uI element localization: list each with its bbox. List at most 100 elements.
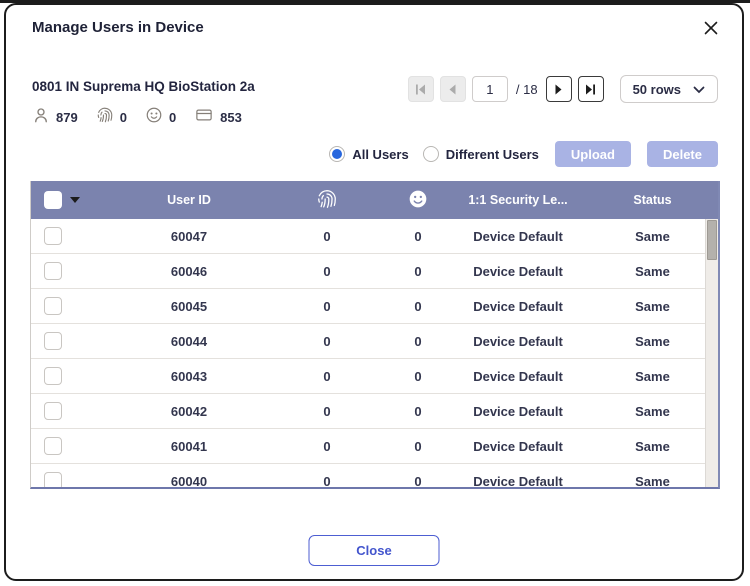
row-select-cell	[31, 297, 111, 315]
page-number-input[interactable]	[472, 76, 508, 102]
cell-fingerprint-count: 0	[267, 334, 387, 349]
cell-security-level: Device Default	[449, 334, 587, 349]
cell-security-level: Device Default	[449, 229, 587, 244]
upload-button[interactable]: Upload	[555, 141, 631, 167]
cell-face-count: 0	[387, 334, 449, 349]
table-row[interactable]: 60044 0 0 Device Default Same	[31, 324, 718, 359]
rows-per-page-select[interactable]: 50 rows	[620, 75, 718, 103]
cell-fingerprint-count: 0	[267, 369, 387, 384]
table-row[interactable]: 60046 0 0 Device Default Same	[31, 254, 718, 289]
close-icon[interactable]	[698, 15, 724, 41]
row-checkbox[interactable]	[44, 437, 62, 455]
row-checkbox[interactable]	[44, 472, 62, 487]
cell-status: Same	[587, 264, 718, 279]
face-count: 0	[169, 110, 176, 125]
next-page-button[interactable]	[546, 76, 572, 102]
face-icon	[408, 198, 428, 212]
row-checkbox[interactable]	[44, 262, 62, 280]
table-body: 60047 0 0 Device Default Same 60046 0 0 …	[31, 219, 718, 487]
cell-status: Same	[587, 369, 718, 384]
face-count-stat: 0	[145, 106, 176, 129]
close-button[interactable]: Close	[309, 535, 440, 566]
select-all-checkbox[interactable]	[44, 191, 62, 209]
row-select-cell	[31, 332, 111, 350]
radio-all-users[interactable]: All Users	[329, 146, 408, 162]
row-select-cell	[31, 367, 111, 385]
users-table: User ID	[30, 181, 720, 489]
row-checkbox[interactable]	[44, 402, 62, 420]
pagination: / 18 50 rows	[408, 75, 718, 103]
cell-face-count: 0	[387, 369, 449, 384]
user-filter-row: All Users Different Users Upload Delete	[329, 141, 718, 167]
chevron-down-icon	[693, 82, 705, 97]
fingerprint-count: 0	[120, 110, 127, 125]
cell-fingerprint-count: 0	[267, 404, 387, 419]
row-select-cell	[31, 472, 111, 487]
cell-fingerprint-count: 0	[267, 264, 387, 279]
column-header-face[interactable]	[387, 189, 449, 212]
cell-user-id: 60043	[111, 369, 267, 384]
cell-status: Same	[587, 474, 718, 488]
column-header-fingerprint[interactable]	[267, 188, 387, 213]
card-icon	[194, 106, 214, 129]
first-page-button[interactable]	[408, 76, 434, 102]
table-row[interactable]: 60045 0 0 Device Default Same	[31, 289, 718, 324]
row-select-cell	[31, 402, 111, 420]
cell-security-level: Device Default	[449, 299, 587, 314]
row-select-cell	[31, 227, 111, 245]
fingerprint-icon	[96, 106, 114, 129]
cell-status: Same	[587, 334, 718, 349]
cell-security-level: Device Default	[449, 474, 587, 488]
cell-fingerprint-count: 0	[267, 299, 387, 314]
cell-status: Same	[587, 299, 718, 314]
row-checkbox[interactable]	[44, 297, 62, 315]
table-row[interactable]: 60042 0 0 Device Default Same	[31, 394, 718, 429]
cell-user-id: 60045	[111, 299, 267, 314]
row-checkbox[interactable]	[44, 227, 62, 245]
cell-face-count: 0	[387, 229, 449, 244]
cell-fingerprint-count: 0	[267, 474, 387, 488]
fingerprint-icon	[316, 199, 338, 213]
cell-status: Same	[587, 439, 718, 454]
cell-security-level: Device Default	[449, 439, 587, 454]
select-dropdown-icon[interactable]	[70, 197, 80, 203]
scrollbar-thumb[interactable]	[707, 220, 717, 260]
row-checkbox[interactable]	[44, 332, 62, 350]
cell-security-level: Device Default	[449, 264, 587, 279]
row-select-cell	[31, 262, 111, 280]
delete-button[interactable]: Delete	[647, 141, 718, 167]
rows-per-page-value: 50 rows	[633, 82, 681, 97]
cell-user-id: 60042	[111, 404, 267, 419]
cell-face-count: 0	[387, 264, 449, 279]
device-name: 0801 IN Suprema HQ BioStation 2a	[32, 79, 255, 94]
cell-user-id: 60041	[111, 439, 267, 454]
cell-security-level: Device Default	[449, 404, 587, 419]
radio-unselected-icon	[423, 146, 439, 162]
cell-face-count: 0	[387, 474, 449, 488]
radio-different-users-label: Different Users	[446, 147, 539, 162]
radio-different-users[interactable]: Different Users	[423, 146, 539, 162]
table-scrollbar[interactable]	[705, 219, 718, 487]
radio-all-users-label: All Users	[352, 147, 408, 162]
column-header-security-level[interactable]: 1:1 Security Le...	[449, 193, 587, 207]
user-count: 879	[56, 110, 78, 125]
fingerprint-count-stat: 0	[96, 106, 127, 129]
cell-status: Same	[587, 229, 718, 244]
last-page-button[interactable]	[578, 76, 604, 102]
cell-face-count: 0	[387, 404, 449, 419]
dialog-title: Manage Users in Device	[32, 19, 204, 36]
face-icon	[145, 106, 163, 129]
card-count: 853	[220, 110, 242, 125]
table-row[interactable]: 60047 0 0 Device Default Same	[31, 219, 718, 254]
user-count-stat: 879	[32, 106, 78, 129]
column-header-user-id[interactable]: User ID	[111, 193, 267, 207]
cell-face-count: 0	[387, 439, 449, 454]
table-row[interactable]: 60041 0 0 Device Default Same	[31, 429, 718, 464]
table-row[interactable]: 60043 0 0 Device Default Same	[31, 359, 718, 394]
column-header-status[interactable]: Status	[587, 193, 718, 207]
table-header: User ID	[31, 181, 718, 219]
row-checkbox[interactable]	[44, 367, 62, 385]
previous-page-button[interactable]	[440, 76, 466, 102]
manage-users-dialog-backdrop: Manage Users in Device 0801 IN Suprema H…	[0, 0, 750, 586]
table-row[interactable]: 60040 0 0 Device Default Same	[31, 464, 718, 487]
